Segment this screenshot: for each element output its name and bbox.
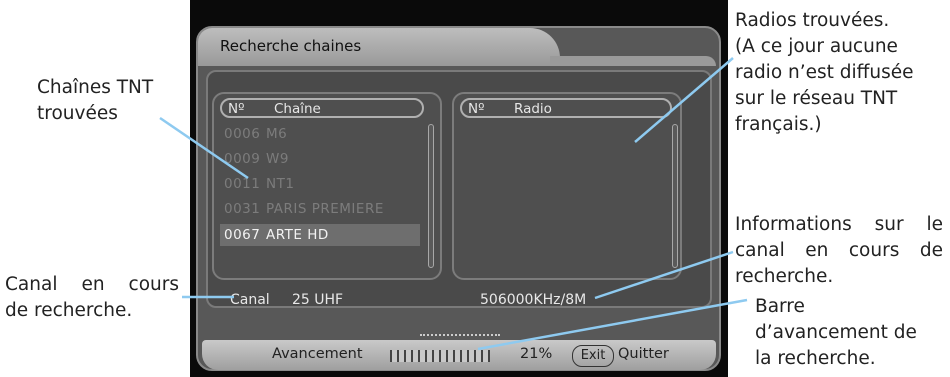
title-bar-edge [550,56,716,66]
annotation-line: (A ce jour aucune [735,36,898,57]
exit-label[interactable]: Quitter [618,346,669,362]
annotation-channels-found: Chaînes TNT trouvées [37,75,153,127]
annotation-line: Informations sur le [735,214,943,235]
channel-name: PARIS PREMIERE [266,201,384,217]
channel-list-scrollbar[interactable] [428,124,434,268]
annotation-line: Barre [755,296,805,317]
header-number: Nº [468,101,485,117]
radio-list-header: Nº Radio [460,98,672,118]
progress-label: Avancement [272,346,363,362]
frequency-value: 506000KHz/8M [480,292,587,308]
annotation-channel-info: Informations sur le canal en cours de re… [735,212,943,290]
radio-list-scrollbar[interactable] [672,124,678,268]
screen-title: Recherche chaines [220,37,362,55]
channel-name: NT1 [266,176,295,192]
progress-bar [390,350,490,362]
tv-screen: Recherche chaines Nº Chaîne 0006 M6 0009… [190,0,728,377]
channel-number: 0011 [224,176,261,192]
annotation-line: Canal en cours [5,274,179,295]
annotation-line: sur le réseau TNT [735,88,898,109]
exit-key-icon[interactable]: Exit [572,345,614,367]
annotation-line: la recherche. [755,348,876,369]
progress-percent: 21% [520,346,553,362]
channel-number: 0009 [224,151,261,167]
annotation-line: trouvées [37,103,118,124]
annotation-line: Chaînes TNT [37,77,154,98]
annotation-radios: Radios trouvées. (A ce jour aucune radio… [735,8,914,138]
annotation-progress-bar: Barre d’avancement de la recherche. [755,294,917,372]
annotation-canal: Canal en cours de recherche. [5,272,179,324]
annotation-line: français.) [735,114,822,135]
header-number: Nº [228,101,245,117]
canal-label: Canal [230,292,270,308]
annotation-line: de recherche. [5,300,133,321]
title-tab: Recherche chaines [198,28,560,66]
channel-row-selected[interactable]: 0067 ARTE HD [220,224,420,246]
channel-number: 0067 [224,227,261,243]
annotation-line: canal en cours de [735,240,943,261]
canal-value: 25 UHF [292,292,344,308]
header-radio: Radio [514,101,552,117]
channel-name: ARTE HD [266,227,329,243]
radio-list-panel: Nº Radio [452,92,682,280]
channel-list-header: Nº Chaîne [220,98,424,118]
annotation-line: d’avancement de [755,322,917,343]
annotation-line: recherche. [735,266,834,287]
channel-number: 0031 [224,201,261,217]
channel-number: 0006 [224,126,261,142]
annotation-line: Radios trouvées. [735,10,890,31]
annotation-line: radio n’est diffusée [735,62,914,83]
channel-name: M6 [266,126,288,142]
status-bar: Avancement 21% Exit Quitter [202,340,716,370]
channel-name: W9 [266,151,289,167]
channel-list-panel: Nº Chaîne 0006 M6 0009 W9 0011 NT1 0031 … [212,92,442,280]
header-channel: Chaîne [274,101,321,117]
